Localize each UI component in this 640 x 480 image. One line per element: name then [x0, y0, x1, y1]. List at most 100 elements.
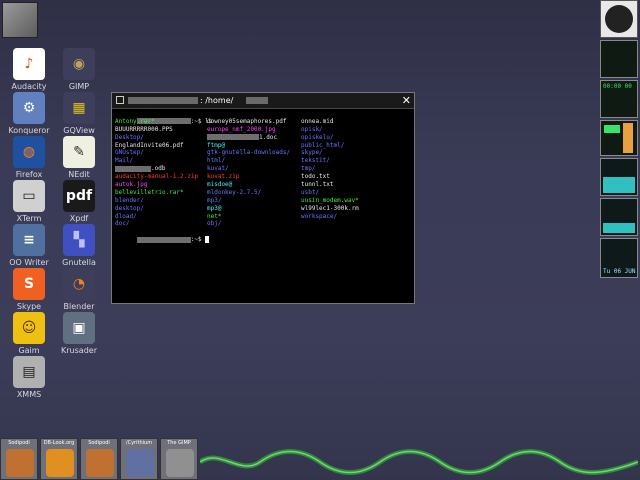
taskbar-item-label: DB-Look.org	[43, 440, 75, 446]
desktop-icon-krusader[interactable]: ▣ Krusader	[50, 312, 108, 356]
dock-mixer[interactable]	[600, 120, 638, 156]
ls-entry: Antony.rar*	[115, 118, 198, 126]
window-menu-icon[interactable]	[116, 96, 124, 104]
ls-entry-name: doc/	[115, 220, 130, 228]
desktop-icon-label: GIMP	[68, 82, 90, 91]
ls-entry-name: EnglandInvite06.pdf	[115, 141, 184, 149]
ls-entry: downey05semaphores.pdf	[207, 118, 290, 126]
oo-writer-icon: ≡	[13, 224, 45, 256]
ls-entry: audacity-manual-1.2.zip	[115, 173, 198, 181]
dock-clock[interactable]: 00:00 00	[600, 80, 638, 118]
clock-readout: 00:00 00	[603, 83, 632, 90]
taskbar-item-label: The GIMP	[167, 440, 191, 446]
desktop-icon-label: NEdit	[68, 170, 90, 179]
redacted-hostname	[128, 97, 198, 104]
ls-entry-name: europe_nmf_2000.jpg	[207, 125, 276, 133]
ls-entry: Mail/	[115, 157, 198, 165]
ls-entry-name: tmp/	[301, 165, 316, 173]
ls-entry: obj/	[207, 220, 290, 228]
date-readout: Tu 06 JUN	[603, 268, 636, 275]
ls-entry-name: public_html/	[301, 141, 345, 149]
desktop-menu-button[interactable]	[2, 2, 38, 38]
ls-entry-name: todo.txt	[301, 173, 330, 181]
firefox-icon: ◍	[13, 136, 45, 168]
ls-entry: 1.doc	[207, 134, 290, 142]
ls-entry-name: html/	[207, 157, 226, 165]
taskbar-item-0[interactable]: Sodipodi	[0, 438, 38, 480]
terminal-output[interactable]: :~$ ls Antony.rar* BUUURRRRR000.PPS Deskto…	[115, 110, 411, 300]
ls-entry-name: tunnl.txt	[301, 181, 334, 189]
ls-entry: BUUURRRRR000.PPS	[115, 126, 198, 134]
terminal-titlebar[interactable]: : /home/ ✕	[112, 93, 414, 109]
konqueror-icon: ⚙	[13, 92, 45, 124]
ls-entry: onnea.mid	[301, 118, 359, 126]
ls-entry-name: Desktop/	[115, 133, 144, 141]
taskbar-item-label: Sodipodi	[88, 440, 110, 446]
dock-cpu-monitor[interactable]	[600, 40, 638, 78]
ls-entry: tekstit/	[301, 157, 359, 165]
dock-app-icon[interactable]	[600, 0, 638, 38]
ls-entry: mp3@	[207, 205, 290, 213]
ls-entry-name: misdoe@	[207, 181, 233, 189]
taskbar-app-icon	[166, 449, 194, 477]
desktop-icon-label: Xpdf	[69, 214, 89, 223]
desktop-icon-blender[interactable]: ◔ Blender	[50, 268, 108, 312]
ls-entry-name: skype/	[301, 149, 323, 157]
ls-entry-name: autok.jpg	[115, 181, 148, 189]
ls-entry: europe_nmf_2000.jpg	[207, 126, 290, 134]
ls-entry: mp3/	[207, 197, 290, 205]
ls-entry-name: mp3@	[207, 204, 222, 212]
dock-load-graph[interactable]	[600, 158, 638, 196]
ls-entry-name: 1.doc	[259, 133, 278, 141]
taskbar-item-3[interactable]: /Cyrithium	[120, 438, 158, 480]
desktop-icon-gqview[interactable]: ▦ GQView	[50, 92, 108, 136]
desktop-icon-label: Blender	[63, 302, 95, 311]
ls-entry-name: bellevilletrio.rar*	[115, 188, 184, 196]
desktop-icon-nedit[interactable]: ✎ NEdit	[50, 136, 108, 180]
ls-entry: bellevilletrio.rar*	[115, 189, 198, 197]
taskbar-item-label: Sodipodi	[8, 440, 30, 446]
ls-entry-name: gtk-gnutella-downloads/	[207, 149, 291, 157]
desktop-icon-xmms[interactable]: ▤ XMMS	[0, 356, 58, 400]
ls-entry-name: opiskelu/	[301, 133, 334, 141]
ls-entry-name: audacity-manual-1.2.zip	[115, 173, 199, 181]
taskbar-item-4[interactable]: The GIMP	[160, 438, 198, 480]
ls-entry-name: uusin_modem.wav*	[301, 196, 359, 204]
desktop-icon-gnutella[interactable]: ▚ Gnutella	[50, 224, 108, 268]
ls-entry-name: usbt/	[301, 188, 320, 196]
dock-calendar-clock[interactable]: Tu 06 JUN	[600, 238, 638, 278]
desktop-icon-xpdf[interactable]: pdf Xpdf	[50, 180, 108, 224]
ls-entry: Desktop/	[115, 134, 198, 142]
dock-network-graph[interactable]	[600, 198, 638, 236]
ls-entry: doc/	[115, 220, 198, 228]
ls-entry: html/	[207, 157, 290, 165]
ls-entry-name: opisk/	[301, 125, 323, 133]
ls-entry-name: downey05semaphores.pdf	[207, 117, 287, 125]
ls-entry: EnglandInvite06.pdf	[115, 142, 198, 150]
ls-entry: .odb	[115, 165, 198, 173]
blender-icon: ◔	[63, 268, 95, 300]
ls-entry-name: Mail/	[115, 157, 134, 165]
ls-entry-name: onnea.mid	[301, 117, 334, 125]
redacted-filename	[115, 165, 151, 172]
desktop-icon-label: Krusader	[61, 346, 97, 355]
ls-entry: tunnl.txt	[301, 181, 359, 189]
xmms-icon: ▤	[13, 356, 45, 388]
desktop-icon-gimp[interactable]: ◉ GIMP	[50, 48, 108, 92]
ls-entry-name: net*	[207, 212, 222, 220]
desktop-icon-label: Gnutella	[62, 258, 96, 267]
desktop-icon-label: GQView	[63, 126, 95, 135]
taskbar-app-icon	[6, 449, 34, 477]
taskbar-item-2[interactable]: Sodipodi	[80, 438, 118, 480]
close-icon[interactable]: ✕	[402, 93, 411, 108]
ls-entry-name: obj/	[207, 220, 222, 228]
gaim-icon: ☺	[13, 312, 45, 344]
taskbar-item-1[interactable]: DB-Look.org	[40, 438, 78, 480]
ls-entry-name: ftmp@	[207, 141, 226, 149]
redacted-username	[246, 97, 268, 104]
ls-entry-name: kuvat.zip	[207, 173, 240, 181]
ls-entry-name: .odb	[151, 165, 166, 173]
ls-entry: desktop/	[115, 205, 198, 213]
taskbar-app-icon	[46, 449, 74, 477]
terminal-window[interactable]: : /home/ ✕ :~$ ls Antony.rar* BUUURRRRR00…	[111, 92, 415, 304]
